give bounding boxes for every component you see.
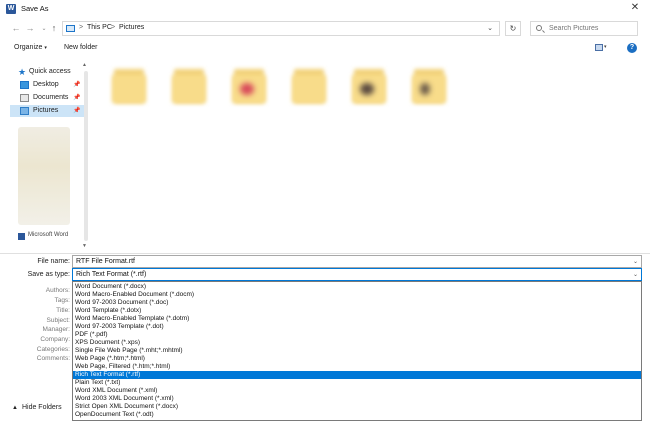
- save-as-type-select[interactable]: Rich Text Format (*.rtf) ⌄: [72, 268, 642, 281]
- scroll-down-icon[interactable]: ▼: [82, 243, 87, 249]
- folder-icon[interactable]: [410, 65, 448, 105]
- file-name-label: File name:: [37, 258, 70, 265]
- nav-item-label: Pictures: [33, 107, 59, 114]
- file-name-input[interactable]: RTF File Format.rtf ⌄: [72, 255, 642, 268]
- authors-label: Authors:: [45, 287, 70, 294]
- file-type-option[interactable]: Word 97-2003 Template (*.dot): [73, 323, 641, 331]
- nav-item-documents[interactable]: Documents 📌: [10, 92, 88, 104]
- chevron-down-icon[interactable]: ⌄: [633, 258, 638, 265]
- close-icon[interactable]: ✕: [628, 2, 642, 13]
- window-title: Save As: [21, 4, 49, 13]
- nav-item-desktop[interactable]: Desktop 📌: [10, 79, 88, 91]
- documents-icon: [20, 94, 29, 102]
- comments-label: Comments:: [36, 355, 70, 362]
- pin-icon: 📌: [73, 108, 81, 114]
- change-view-icon[interactable]: ▾: [594, 43, 608, 53]
- nav-item-label: Quick access: [29, 68, 71, 75]
- file-type-option[interactable]: Word Document (*.docx): [73, 283, 641, 291]
- file-list: [100, 60, 640, 250]
- file-type-option[interactable]: XPS Document (*.xps): [73, 339, 641, 347]
- folder-icon[interactable]: [350, 65, 388, 105]
- address-row: ← → ⌄ ↑ > This PC > Pictures ⌄ ↻: [0, 18, 650, 40]
- file-name-value: RTF File Format.rtf: [76, 258, 135, 265]
- nav-item-quick-access[interactable]: ★ Quick access: [10, 66, 88, 78]
- address-dropdown-icon[interactable]: ⌄: [487, 24, 493, 32]
- hide-folders-button[interactable]: ▲ Hide Folders: [12, 404, 62, 411]
- tags-label: Tags:: [54, 297, 70, 304]
- refresh-icon[interactable]: ↻: [505, 21, 521, 36]
- company-label: Company:: [40, 336, 70, 343]
- file-type-option[interactable]: PDF (*.pdf): [73, 331, 641, 339]
- divider: [0, 253, 650, 254]
- file-type-option[interactable]: Word Macro-Enabled Template (*.dotm): [73, 315, 641, 323]
- navigation-pane: ★ Quick access Desktop 📌 Documents 📌 Pic…: [0, 57, 90, 253]
- file-type-option-selected[interactable]: Rich Text Format (*.rtf): [73, 371, 641, 379]
- manager-label: Manager:: [42, 326, 70, 333]
- file-type-option[interactable]: Word Template (*.dotx): [73, 307, 641, 315]
- command-bar: Organize ▾ New folder ▾ ?: [0, 40, 650, 57]
- back-arrow-icon[interactable]: ←: [10, 23, 22, 33]
- organize-button[interactable]: Organize ▾: [14, 44, 47, 51]
- word-file-icon: [18, 233, 25, 240]
- breadcrumb-separator: >: [79, 24, 84, 31]
- pin-icon: 📌: [73, 82, 81, 88]
- subject-label: Subject:: [46, 317, 71, 324]
- nav-item-microsoft-word[interactable]: Microsoft Word: [28, 232, 68, 238]
- file-type-option[interactable]: Word Macro-Enabled Document (*.docm): [73, 291, 641, 299]
- hide-folders-label: Hide Folders: [21, 404, 62, 411]
- file-type-option[interactable]: Strict Open XML Document (*.docx): [73, 403, 641, 411]
- address-bar[interactable]: > This PC > Pictures ⌄: [62, 21, 500, 36]
- title-bar: W Save As ✕: [0, 0, 650, 18]
- search-input[interactable]: [549, 23, 635, 34]
- desktop-icon: [20, 81, 29, 89]
- chevron-down-icon[interactable]: ⌄: [633, 271, 638, 278]
- folder-icon[interactable]: [230, 65, 268, 105]
- nav-item-label: Documents: [33, 94, 69, 101]
- breadcrumb-this-pc[interactable]: This PC: [87, 24, 112, 31]
- file-type-option[interactable]: OpenDocument Text (*.odt): [73, 411, 641, 419]
- file-name-row: File name: RTF File Format.rtf ⌄: [0, 255, 650, 269]
- up-arrow-icon[interactable]: ↑: [48, 23, 60, 33]
- breadcrumb-separator: >: [111, 24, 116, 31]
- file-type-option[interactable]: Plain Text (*.txt): [73, 379, 641, 387]
- save-as-type-label: Save as type:: [27, 271, 70, 278]
- folder-icon[interactable]: [290, 65, 328, 105]
- chevron-up-icon: ▲: [12, 405, 18, 411]
- title-label: Title:: [56, 307, 70, 314]
- categories-label: Categories:: [36, 346, 70, 353]
- folder-icon[interactable]: [170, 65, 208, 105]
- folder-icon[interactable]: [110, 65, 148, 105]
- file-type-option[interactable]: Web Page, Filtered (*.htm;*.html): [73, 363, 641, 371]
- this-pc-icon: [66, 25, 75, 32]
- file-type-option[interactable]: Single File Web Page (*.mht;*.mhtml): [73, 347, 641, 355]
- file-type-option[interactable]: Word XML Document (*.xml): [73, 387, 641, 395]
- help-icon[interactable]: ?: [627, 43, 637, 53]
- search-icon: [536, 25, 542, 31]
- save-as-type-value: Rich Text Format (*.rtf): [76, 271, 147, 278]
- word-app-icon: W: [6, 4, 16, 14]
- breadcrumb-pictures[interactable]: Pictures: [119, 24, 144, 31]
- forward-arrow-icon[interactable]: →: [24, 23, 36, 33]
- star-icon: ★: [18, 67, 27, 77]
- pin-icon: 📌: [73, 95, 81, 101]
- scroll-up-icon[interactable]: ▲: [82, 62, 87, 68]
- new-folder-button[interactable]: New folder: [64, 44, 97, 51]
- save-as-type-row: Save as type: Rich Text Format (*.rtf) ⌄: [0, 268, 650, 282]
- blurred-nav-items: [18, 127, 70, 225]
- nav-item-pictures[interactable]: Pictures 📌: [10, 105, 88, 117]
- file-type-option[interactable]: Word 97-2003 Document (*.doc): [73, 299, 641, 307]
- pictures-icon: [20, 107, 29, 115]
- file-type-option[interactable]: Web Page (*.htm;*.html): [73, 355, 641, 363]
- file-type-dropdown-list: Word Document (*.docx) Word Macro-Enable…: [72, 281, 642, 421]
- search-box[interactable]: [530, 21, 638, 36]
- nav-item-label: Desktop: [33, 81, 59, 88]
- nav-scrollbar[interactable]: [84, 71, 88, 241]
- file-type-option[interactable]: Word 2003 XML Document (*.xml): [73, 395, 641, 403]
